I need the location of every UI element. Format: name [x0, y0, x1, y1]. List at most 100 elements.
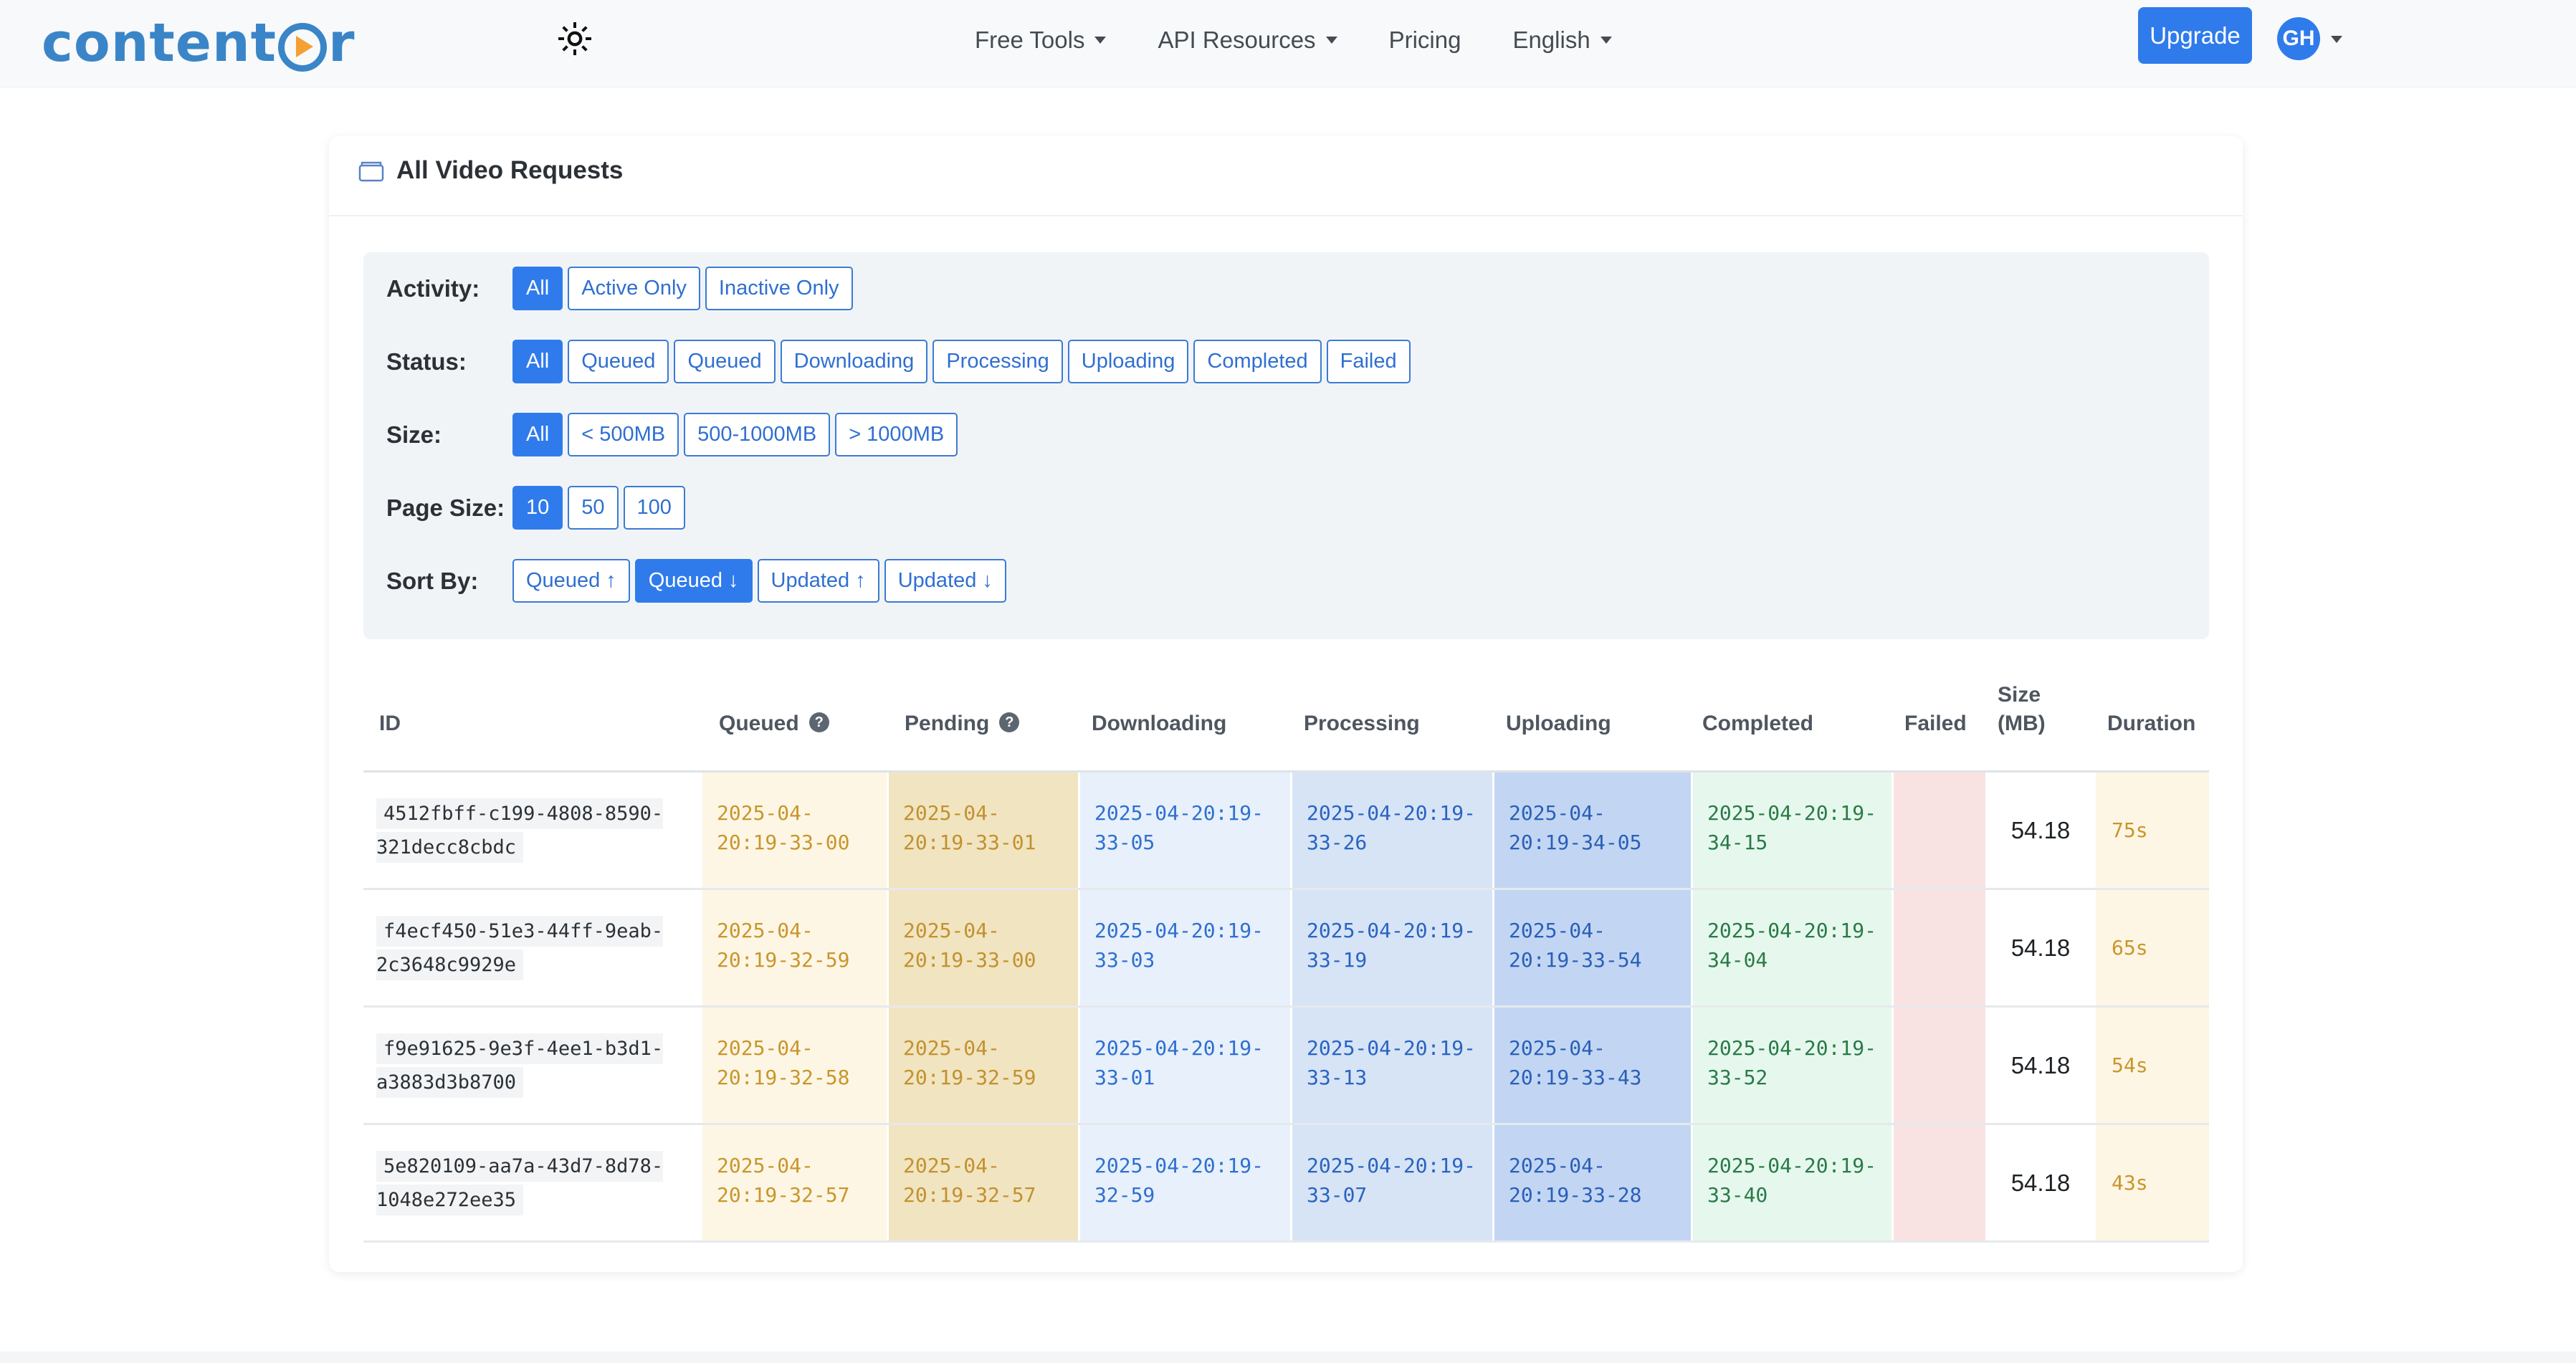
requests-table: ID Queued? Pending? Downloading Processi…: [363, 677, 2209, 1243]
activity-all-button[interactable]: All: [512, 267, 563, 310]
status-all-button[interactable]: All: [512, 340, 563, 383]
sort-queued-desc-button[interactable]: Queued ↓: [634, 559, 753, 603]
sort-updated-asc-button[interactable]: Updated ↑: [757, 559, 879, 603]
table-row: f9e91625-9e3f-4ee1-b3d1-a3883d3b8700 2025…: [363, 1008, 2209, 1125]
footer-strip: [0, 1352, 2576, 1363]
card-header: All Video Requests: [329, 136, 2243, 216]
cell-completed: 2025-04-20:19-33-40: [1693, 1125, 1892, 1240]
status-failed-button[interactable]: Failed: [1326, 340, 1411, 383]
page-title-text: All Video Requests: [396, 156, 624, 184]
col-id: ID: [379, 712, 401, 735]
cell-size: 54.18: [2010, 1169, 2071, 1196]
filter-label: Page Size:: [386, 494, 505, 521]
table-row: f4ecf450-51e3-44ff-9eab-2c3648c9929e 2025…: [363, 890, 2209, 1008]
help-icon[interactable]: ?: [808, 712, 829, 733]
col-queued: Queued?: [719, 709, 829, 738]
nav-language[interactable]: English: [1512, 27, 1612, 54]
cell-id: f4ecf450-51e3-44ff-9eab-2c3648c9929e: [363, 890, 700, 1005]
page-title: All Video Requests: [358, 156, 623, 185]
table-body: 4512fbff-c199-4808-8590-321decc8cbdc 2025…: [363, 773, 2209, 1243]
size-over-1000-button[interactable]: > 1000MB: [835, 413, 958, 456]
sort-updated-desc-button[interactable]: Updated ↓: [884, 559, 1006, 603]
chevron-down-icon[interactable]: [2331, 36, 2342, 43]
cell-failed: [1894, 773, 1985, 888]
request-id-text: 4512fbff-c199-4808-8590-321decc8cbdc: [376, 798, 664, 863]
sort-button-group: Queued ↑ Queued ↓ Updated ↑ Updated ↓: [512, 559, 1006, 603]
filter-label: Status:: [386, 348, 467, 375]
page-size-10-button[interactable]: 10: [512, 486, 563, 530]
video-requests-card: All Video Requests Activity: All Active …: [329, 136, 2243, 1272]
cell-completed: 2025-04-20:19-34-04: [1693, 890, 1892, 1005]
help-icon[interactable]: ?: [999, 712, 1020, 733]
request-id-text: f4ecf450-51e3-44ff-9eab-2c3648c9929e: [376, 916, 664, 980]
status-button-group: All Queued Queued Downloading Processing…: [512, 340, 1411, 383]
play-icon: [278, 22, 328, 72]
cell-failed: [1894, 1125, 1985, 1240]
col-uploading: Uploading: [1506, 712, 1611, 735]
filter-activity: Activity: All Active Only Inactive Only: [386, 267, 853, 310]
cell-queued: 2025-04-20:19-32-58: [702, 1008, 887, 1123]
filter-panel: Activity: All Active Only Inactive Only …: [363, 252, 2209, 639]
request-id[interactable]: f9e91625-9e3f-4ee1-b3d1-a3883d3b8700: [376, 1032, 670, 1099]
status-completed-button[interactable]: Completed: [1193, 340, 1322, 383]
cell-processing: 2025-04-20:19-33-19: [1292, 890, 1492, 1005]
page-size-button-group: 10 50 100: [512, 486, 685, 530]
activity-inactive-only-button[interactable]: Inactive Only: [705, 267, 853, 310]
status-queued-button[interactable]: Queued: [674, 340, 776, 383]
nav-free-tools[interactable]: Free Tools: [975, 27, 1107, 54]
cell-size: 54.18: [2010, 1051, 2071, 1079]
status-processing-button[interactable]: Processing: [932, 340, 1063, 383]
col-pending-label: Pending: [905, 712, 990, 735]
filter-label: Size:: [386, 421, 442, 448]
cell-downloading: 2025-04-20:19-33-01: [1080, 1008, 1290, 1123]
size-under-500-button[interactable]: < 500MB: [568, 413, 679, 456]
nav-language-label: English: [1512, 27, 1590, 53]
page-size-50-button[interactable]: 50: [568, 486, 619, 530]
upgrade-button[interactable]: Upgrade: [2138, 7, 2252, 64]
page-size-100-button[interactable]: 100: [623, 486, 685, 530]
cell-failed: [1894, 1008, 1985, 1123]
sort-queued-asc-button[interactable]: Queued ↑: [512, 559, 630, 603]
table-header: ID Queued? Pending? Downloading Processi…: [363, 677, 2209, 773]
cell-processing: 2025-04-20:19-33-13: [1292, 1008, 1492, 1123]
request-id[interactable]: f4ecf450-51e3-44ff-9eab-2c3648c9929e: [376, 914, 670, 982]
cell-downloading: 2025-04-20:19-33-03: [1080, 890, 1290, 1005]
request-id[interactable]: 4512fbff-c199-4808-8590-321decc8cbdc: [376, 797, 670, 864]
cell-size: 54.18: [2010, 816, 2071, 843]
cell-duration: 65s: [2096, 890, 2209, 1005]
size-500-1000-button[interactable]: 500-1000MB: [684, 413, 831, 456]
activity-active-only-button[interactable]: Active Only: [568, 267, 700, 310]
theme-toggle-icon[interactable]: [558, 21, 592, 56]
cell-duration: 43s: [2096, 1125, 2209, 1240]
table-row: 4512fbff-c199-4808-8590-321decc8cbdc 2025…: [363, 773, 2209, 890]
cell-processing: 2025-04-20:19-33-26: [1292, 773, 1492, 888]
activity-button-group: All Active Only Inactive Only: [512, 267, 853, 310]
cell-pending: 2025-04-20:19-32-57: [889, 1125, 1078, 1240]
status-queued-button[interactable]: Queued: [568, 340, 669, 383]
col-queued-label: Queued: [719, 712, 799, 735]
col-completed: Completed: [1702, 712, 1814, 735]
brand-logo[interactable]: cont ent r: [42, 9, 356, 77]
size-all-button[interactable]: All: [512, 413, 563, 456]
chevron-down-icon: [1600, 37, 1612, 44]
table-row: 5e820109-aa7a-43d7-8d78-1048e272ee35 2025…: [363, 1125, 2209, 1243]
col-downloading: Downloading: [1092, 712, 1227, 735]
size-button-group: All < 500MB 500-1000MB > 1000MB: [512, 413, 958, 456]
status-uploading-button[interactable]: Uploading: [1067, 340, 1189, 383]
chevron-down-icon: [1094, 37, 1107, 44]
request-id-text: 5e820109-aa7a-43d7-8d78-1048e272ee35: [376, 1151, 664, 1215]
cell-size: 54.18: [2010, 934, 2071, 961]
avatar[interactable]: GH: [2277, 17, 2320, 60]
status-downloading-button[interactable]: Downloading: [780, 340, 928, 383]
request-id[interactable]: 5e820109-aa7a-43d7-8d78-1048e272ee35: [376, 1149, 670, 1217]
nav-pricing[interactable]: Pricing: [1389, 27, 1461, 54]
filter-status: Status: All Queued Queued Downloading Pr…: [386, 340, 1411, 383]
folder-icon: [358, 161, 384, 182]
filter-label: Sort By:: [386, 567, 479, 594]
cell-id: 4512fbff-c199-4808-8590-321decc8cbdc: [363, 773, 700, 888]
cell-duration: 54s: [2096, 1008, 2209, 1123]
filter-sort-by: Sort By: Queued ↑ Queued ↓ Updated ↑ Upd…: [386, 559, 1006, 603]
cell-id: 5e820109-aa7a-43d7-8d78-1048e272ee35: [363, 1125, 700, 1240]
nav-api-resources[interactable]: API Resources: [1158, 27, 1337, 54]
col-failed: Failed: [1904, 712, 1967, 735]
